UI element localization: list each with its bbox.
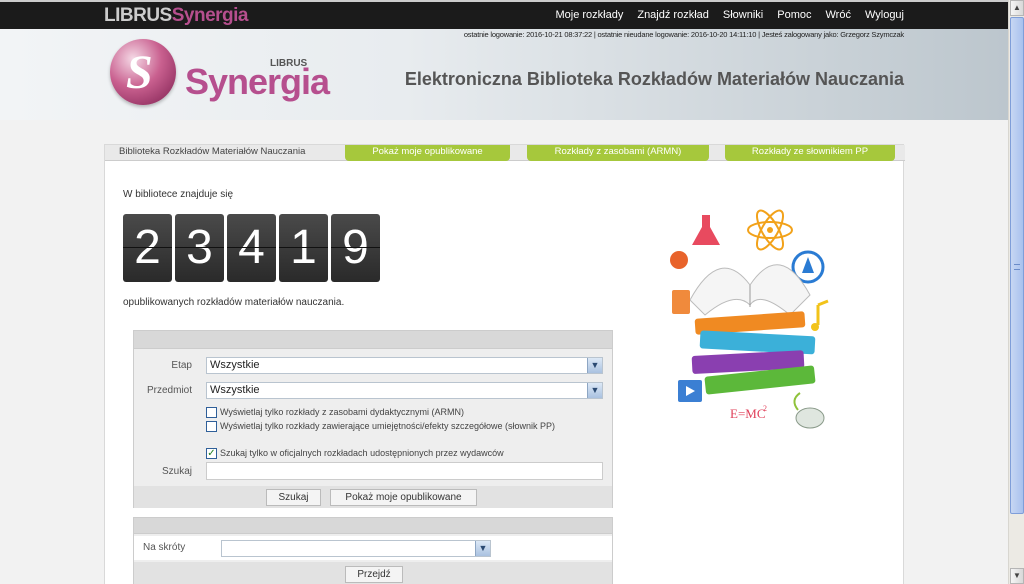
nav-pomoc[interactable]: Pomoc (777, 9, 811, 21)
shortcuts-row: Na skróty ▼ (134, 536, 612, 560)
chevron-down-icon[interactable]: ▼ (475, 541, 490, 556)
search-form: Etap Wszystkie ▼ Przedmiot Wszystkie ▼ W… (133, 330, 613, 508)
counter-digit: 2 (123, 214, 172, 282)
nav-slowniki[interactable]: Słowniki (723, 9, 763, 21)
przedmiot-select[interactable]: Wszystkie ▼ (206, 382, 603, 399)
show-mine-button[interactable]: Pokaż moje opublikowane (330, 489, 477, 506)
shortcuts-buttons: Przejdź (134, 562, 612, 584)
etap-label: Etap (171, 360, 192, 371)
search-label: Szukaj (161, 466, 192, 477)
count-intro: W bibliotece znajduje się (123, 189, 234, 200)
tab-rozklady-pp[interactable]: Rozkłady ze słownikiem PP (725, 145, 895, 161)
counter-digit: 4 (227, 214, 276, 282)
synergia-logo-icon: S (110, 39, 176, 105)
go-button[interactable]: Przejdź (345, 566, 403, 583)
library-panel: Biblioteka Rozkładów Materiałów Nauczani… (104, 144, 905, 584)
scroll-up-icon[interactable]: ▲ (1010, 0, 1024, 16)
shortcuts-select[interactable]: ▼ (221, 540, 491, 557)
top-nav: Moje rozkłady Znajdź rozkład Słowniki Po… (555, 9, 904, 21)
check-armn-row: Wyświetlaj tylko rozkłady z zasobami dyd… (206, 406, 601, 419)
shortcuts-form: Na skróty ▼ Przejdź (133, 517, 613, 584)
check-official-label: Szukaj tylko w oficjalnych rozkładach ud… (220, 448, 504, 458)
clipboard-icon (672, 290, 690, 314)
chevron-down-icon[interactable]: ▼ (587, 383, 602, 398)
header-band: ostatnie logowanie: 2016-10-21 08:37:22 … (0, 29, 1008, 120)
flask-icon (692, 215, 720, 245)
brand-librus: LIBRUS (104, 5, 172, 26)
etap-select[interactable]: Wszystkie ▼ (206, 357, 603, 374)
count-outro: opublikowanych rozkładów materiałów nauc… (123, 297, 345, 308)
page-scrollbar[interactable]: ▲ ▼ (1008, 0, 1024, 584)
tab-bar: Biblioteka Rozkładów Materiałów Nauczani… (105, 145, 905, 161)
counter-digit: 9 (331, 214, 380, 282)
etap-value: Wszystkie (210, 359, 260, 371)
scroll-down-icon[interactable]: ▼ (1010, 568, 1024, 584)
page-title: Elektroniczna Biblioteka Rozkładów Mater… (404, 69, 904, 89)
tab-rozklady-armn[interactable]: Rozkłady z zasobami (ARMN) (527, 145, 709, 161)
svg-text:2: 2 (763, 404, 767, 413)
top-bar: LIBRUSSynergia Moje rozkłady Znajdź rozk… (0, 0, 1008, 29)
logo-synergia-text: Synergia (185, 61, 330, 102)
check-pp-checkbox[interactable] (206, 421, 217, 433)
grip-icon (1014, 264, 1020, 270)
tab-biblioteka[interactable]: Biblioteka Rozkładów Materiałów Nauczani… (119, 145, 305, 161)
nav-wyloguj[interactable]: Wyloguj (865, 9, 904, 21)
main-area: Biblioteka Rozkładów Materiałów Nauczani… (0, 120, 1008, 584)
check-pp-row: Wyświetlaj tylko rozkłady zawierające um… (206, 420, 601, 433)
nav-wroc[interactable]: Wróć (826, 9, 851, 21)
przedmiot-value: Wszystkie (210, 384, 260, 396)
check-official-row: ✓ Szukaj tylko w oficjalnych rozkładach u… (206, 447, 601, 460)
check-armn-checkbox[interactable] (206, 407, 217, 419)
chevron-down-icon[interactable]: ▼ (587, 358, 602, 373)
mouse-icon (795, 407, 825, 429)
ball-icon (670, 251, 688, 269)
music-note-icon (816, 299, 829, 325)
nav-znajdz-rozklad[interactable]: Znajdź rozkład (637, 9, 709, 21)
formula-text: E=MC (730, 406, 766, 421)
shortcuts-label: Na skróty (143, 542, 186, 553)
check-armn-label: Wyświetlaj tylko rozkłady z zasobami dyd… (220, 407, 464, 417)
scroll-thumb[interactable] (1010, 17, 1024, 514)
counter-digit: 3 (175, 214, 224, 282)
nav-moje-rozklady[interactable]: Moje rozkłady (555, 9, 623, 21)
search-buttons: Szukaj Pokaż moje opublikowane (134, 486, 612, 508)
login-info: ostatnie logowanie: 2016-10-21 08:37:22 … (463, 30, 904, 39)
search-button[interactable]: Szukaj (266, 489, 321, 506)
books-illustration: E=MC 2 (650, 205, 850, 445)
search-input[interactable] (206, 462, 603, 480)
przedmiot-label: Przedmiot (146, 385, 192, 396)
counter-digit: 1 (279, 214, 328, 282)
count-counter: 2 3 4 1 9 (123, 214, 380, 282)
check-official-checkbox[interactable]: ✓ (206, 448, 217, 460)
tab-pokaz-moje[interactable]: Pokaż moje opublikowane (345, 145, 510, 161)
brand-logo[interactable]: LIBRUSSynergia (104, 5, 249, 27)
search-form-header (134, 331, 612, 349)
books-stack-icon: E=MC 2 (670, 209, 829, 429)
shortcuts-header (134, 518, 612, 534)
brand-synergia: Synergia (171, 5, 249, 26)
check-pp-label: Wyświetlaj tylko rozkłady zawierające um… (220, 421, 556, 431)
